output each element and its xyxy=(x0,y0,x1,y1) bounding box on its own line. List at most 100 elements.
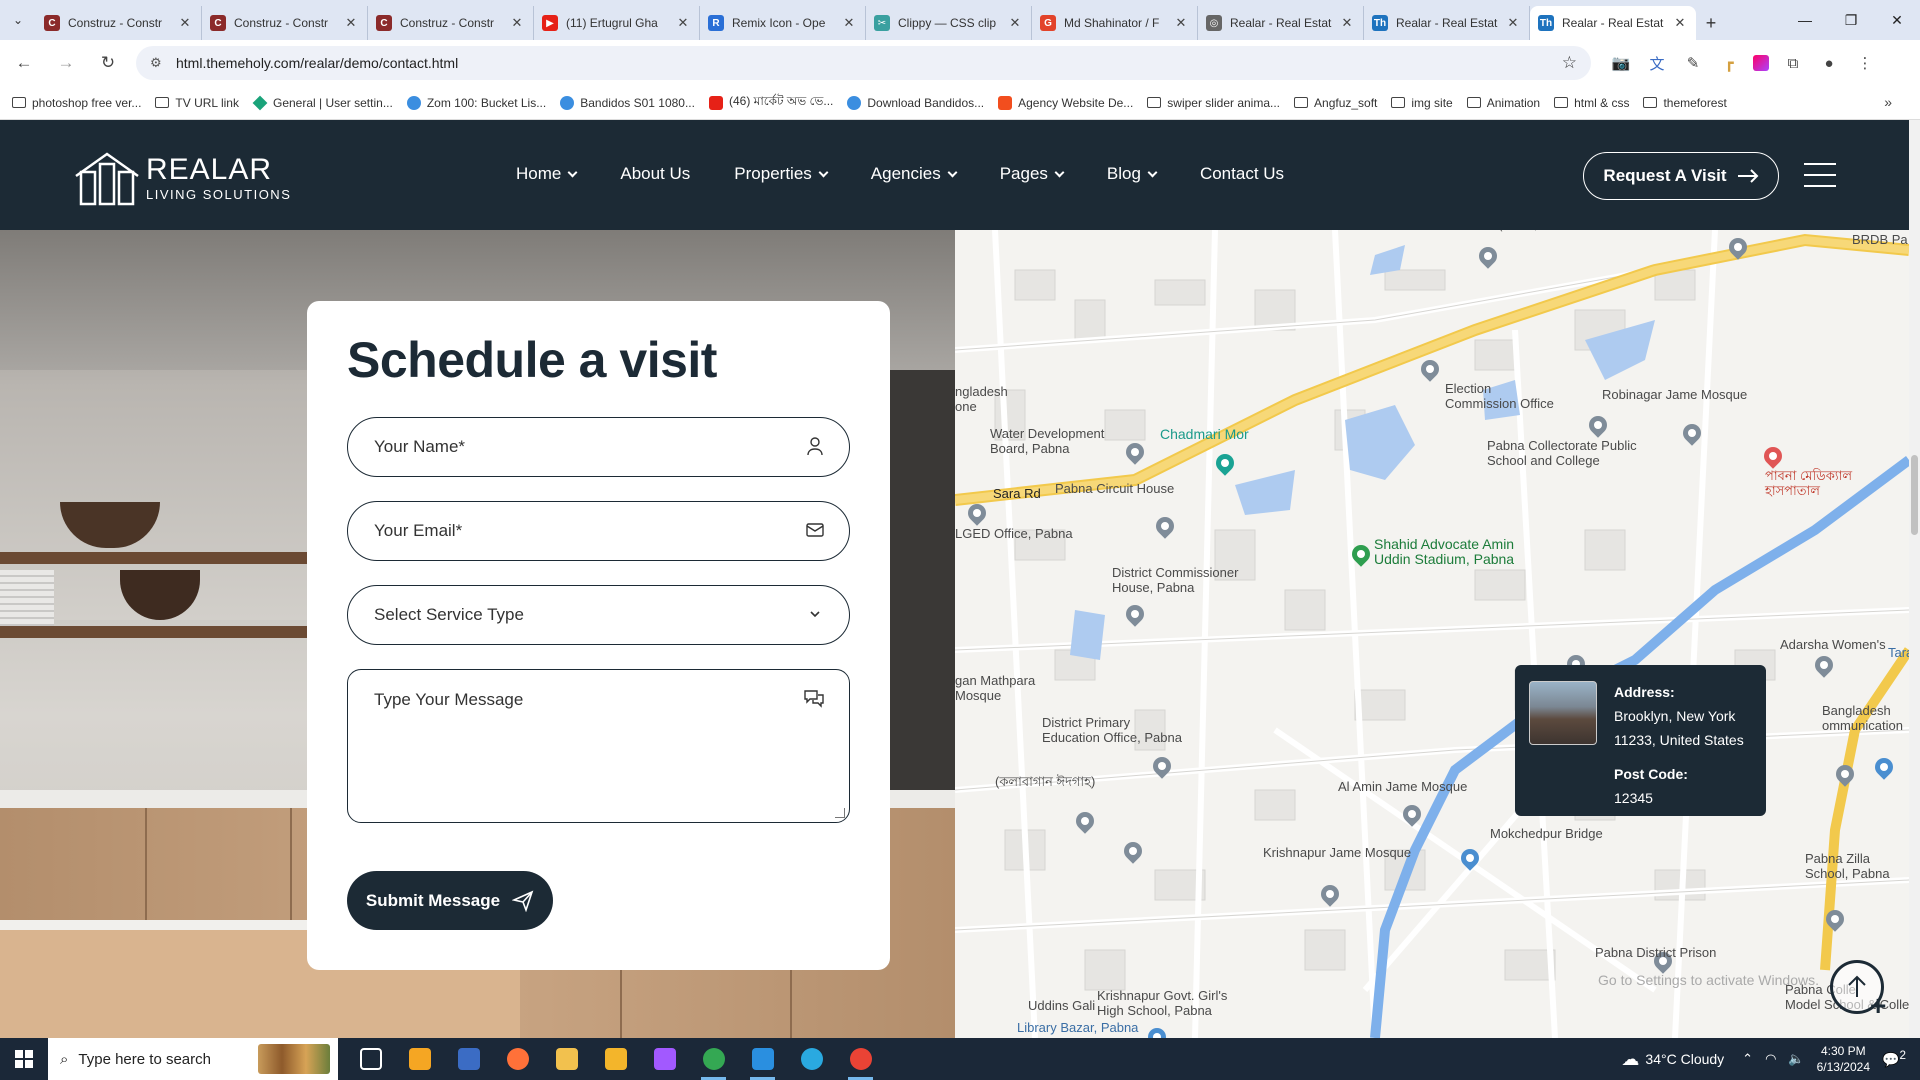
map-place-label[interactable]: Krishnapur Jame Mosque xyxy=(1263,845,1411,860)
weather-widget[interactable]: ☁ 34°C Cloudy xyxy=(1621,1049,1724,1070)
nav-item-pages[interactable]: Pages xyxy=(1000,164,1065,184)
map-place-label[interactable]: Election Commission Office xyxy=(1445,381,1554,411)
map-place-label[interactable]: BRDB Pa xyxy=(1852,232,1908,247)
bookmark-item[interactable]: swiper slider anima... xyxy=(1147,96,1280,110)
map-place-label[interactable]: Shahid Advocate Amin Uddin Stadium, Pabn… xyxy=(1374,537,1514,567)
message-textarea[interactable]: Type Your Message xyxy=(347,669,850,823)
browser-tab[interactable]: C Construz - Constr ✕ xyxy=(36,6,202,40)
browser-tab[interactable]: C Construz - Constr ✕ xyxy=(202,6,368,40)
browser-tab[interactable]: ✂ Clippy — CSS clip ✕ xyxy=(866,6,1032,40)
map-place-label[interactable]: Taras xyxy=(1888,645,1909,660)
chrome-2-app-icon[interactable] xyxy=(836,1038,885,1080)
gradient-icon[interactable] xyxy=(1753,55,1769,71)
site-logo[interactable]: REALAR LIVING SOLUTIONS xyxy=(74,150,291,206)
tab-close-icon[interactable]: ✕ xyxy=(1672,15,1688,31)
map-place-label[interactable]: Robinagar Jame Mosque xyxy=(1602,387,1747,402)
nav-item-agencies[interactable]: Agencies xyxy=(871,164,958,184)
ruler-icon[interactable]: ┏ xyxy=(1717,51,1741,75)
explorer-app-icon[interactable] xyxy=(591,1038,640,1080)
volume-icon[interactable]: 🔈 xyxy=(1788,1051,1804,1067)
map-place-label[interactable]: District Primary Education Office, Pabna xyxy=(1042,715,1182,745)
map-place-label[interactable]: Al Amin Jame Mosque xyxy=(1338,779,1467,794)
bookmark-item[interactable]: Bandidos S01 1080... xyxy=(560,95,695,110)
bookmark-item[interactable]: Angfuz_soft xyxy=(1294,96,1377,110)
minimize-button[interactable]: — xyxy=(1782,0,1828,40)
tab-search-button[interactable]: ⌄ xyxy=(0,0,36,40)
browser-tab[interactable]: C Construz - Constr ✕ xyxy=(368,6,534,40)
bookmark-item[interactable]: Download Bandidos... xyxy=(847,95,984,110)
nav-item-about-us[interactable]: About Us xyxy=(620,164,690,184)
map-place-label[interactable]: বরেণ্য হাউজিং xyxy=(1460,230,1537,233)
restore-button[interactable]: ❐ xyxy=(1828,0,1874,40)
tray-chevron-icon[interactable]: ⌃ xyxy=(1742,1051,1753,1067)
extensions-puzzle-icon[interactable]: ⧉ xyxy=(1781,51,1805,75)
browser-tab[interactable]: Th Realar - Real Estat ✕ xyxy=(1364,6,1530,40)
sublime-app-icon[interactable] xyxy=(395,1038,444,1080)
vscode-app-icon[interactable] xyxy=(738,1038,787,1080)
browser-tab[interactable]: ▶ (11) Ertugrul Gha ✕ xyxy=(534,6,700,40)
figma-app-icon[interactable] xyxy=(640,1038,689,1080)
service-type-select[interactable]: Select Service Type xyxy=(347,585,850,645)
nav-item-contact-us[interactable]: Contact Us xyxy=(1200,164,1284,184)
new-tab-button[interactable]: + xyxy=(1696,6,1726,40)
tab-close-icon[interactable]: ✕ xyxy=(177,15,193,31)
nav-item-properties[interactable]: Properties xyxy=(734,164,829,184)
back-icon[interactable]: ← xyxy=(6,45,42,81)
map-place-label[interactable]: Adarsha Women's xyxy=(1780,637,1886,652)
translate-icon[interactable]: 文 xyxy=(1645,51,1669,75)
tab-close-icon[interactable]: ✕ xyxy=(343,15,359,31)
forward-icon[interactable]: → xyxy=(48,45,84,81)
map-place-label[interactable]: পাবনা মেডিক্যাল হাসপাতাল xyxy=(1765,468,1852,498)
firefox-app-icon[interactable] xyxy=(493,1038,542,1080)
map-place-label[interactable]: Bangladesh ommunication xyxy=(1822,703,1903,733)
page-scrollbar[interactable] xyxy=(1909,120,1920,1038)
tab-close-icon[interactable]: ✕ xyxy=(675,15,691,31)
bookmark-item[interactable]: html & css xyxy=(1554,96,1629,110)
bookmark-item[interactable]: Agency Website De... xyxy=(998,95,1133,110)
map-place-label[interactable]: Chadmari Mor xyxy=(1160,427,1249,442)
nav-item-blog[interactable]: Blog xyxy=(1107,164,1158,184)
email-field[interactable]: Your Email* xyxy=(347,501,850,561)
map-place-label[interactable]: Pabna Circuit House xyxy=(1055,481,1174,496)
clock[interactable]: 4:30 PM 6/13/2024 xyxy=(1817,1043,1870,1075)
taskbar-search-box[interactable]: ⌕ Type here to search xyxy=(48,1038,338,1080)
wifi-icon[interactable]: ◠ xyxy=(1765,1051,1776,1067)
bookmark-item[interactable]: photoshop free ver... xyxy=(12,96,141,110)
map-place-label[interactable]: (কলাবাগান ঈদগাহ) xyxy=(995,774,1095,789)
textarea-resize-handle[interactable] xyxy=(835,808,845,818)
browser-menu-icon[interactable]: ⋮ xyxy=(1853,51,1877,75)
map-place-label[interactable]: Mokchedpur Bridge xyxy=(1490,826,1603,841)
map-place-label[interactable]: Pabna Zilla School, Pabna xyxy=(1805,851,1890,881)
tab-close-icon[interactable]: ✕ xyxy=(1505,15,1521,31)
notification-center-icon[interactable]: 💬2 xyxy=(1882,1049,1912,1069)
location-map[interactable]: বরেণ্য হাউজিং BRDB Pa ngladesh one Election… xyxy=(955,230,1909,1038)
submit-message-button[interactable]: Submit Message xyxy=(347,871,553,930)
bookmark-item[interactable]: General | User settin... xyxy=(252,95,393,110)
bookmark-item[interactable]: img site xyxy=(1391,96,1453,110)
camera-icon[interactable]: 📷 xyxy=(1609,51,1633,75)
tab-close-icon[interactable]: ✕ xyxy=(841,15,857,31)
folder-app-icon[interactable] xyxy=(542,1038,591,1080)
hamburger-menu-icon[interactable] xyxy=(1804,163,1836,187)
tab-close-icon[interactable]: ✕ xyxy=(1339,15,1355,31)
skype-app-icon[interactable] xyxy=(787,1038,836,1080)
map-place-label[interactable]: Uddins Gali xyxy=(1028,998,1095,1013)
reload-icon[interactable]: ↻ xyxy=(90,45,126,81)
bookmarks-overflow-icon[interactable]: » xyxy=(1884,94,1892,110)
tab-close-icon[interactable]: ✕ xyxy=(1007,15,1023,31)
bookmark-star-icon[interactable]: ☆ xyxy=(1562,53,1577,73)
map-place-label[interactable]: ngladesh one xyxy=(955,384,1008,414)
request-visit-button[interactable]: Request A Visit xyxy=(1583,152,1779,200)
url-bar[interactable]: ⚙ html.themeholy.com/realar/demo/contact… xyxy=(136,46,1591,80)
browser-tab[interactable]: ◎ Realar - Real Estat ✕ xyxy=(1198,6,1364,40)
map-place-label[interactable]: Library Bazar, Pabna xyxy=(1017,1020,1138,1035)
bookmark-item[interactable]: Zom 100: Bucket Lis... xyxy=(406,95,546,110)
map-place-label[interactable]: Pabna Collectorate Public School and Col… xyxy=(1487,438,1637,468)
browser-tab[interactable]: G Md Shahinator / F ✕ xyxy=(1032,6,1198,40)
nav-item-home[interactable]: Home xyxy=(516,164,578,184)
tab-close-icon[interactable]: ✕ xyxy=(1173,15,1189,31)
profile-avatar-icon[interactable]: ● xyxy=(1817,51,1841,75)
task-view-app-icon[interactable] xyxy=(346,1038,395,1080)
bookmark-item[interactable]: (46) মার্কেট অভ ভে... xyxy=(708,93,833,113)
windows-start-icon[interactable] xyxy=(0,1038,48,1080)
